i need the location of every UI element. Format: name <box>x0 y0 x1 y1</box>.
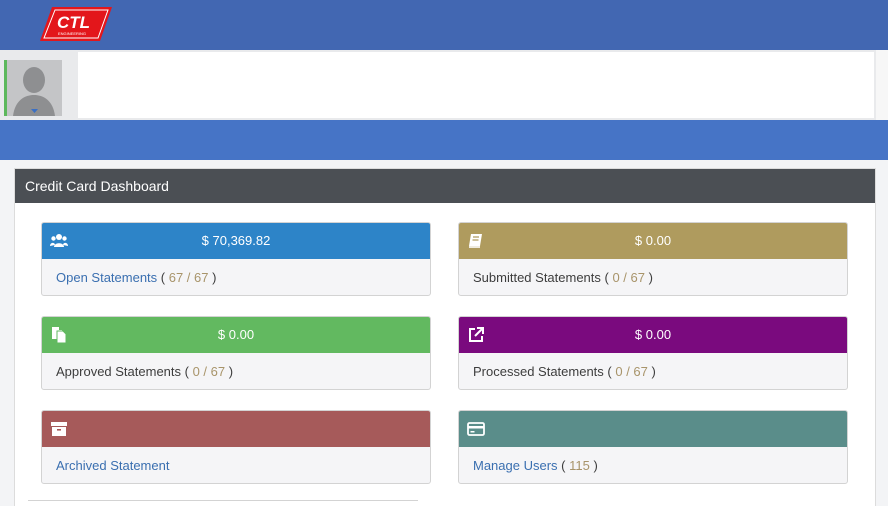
card-amount: $ 0.00 <box>634 327 672 342</box>
avatar[interactable] <box>4 60 62 116</box>
card-footer: Submitted Statements ( 0 / 67 ) <box>473 270 653 285</box>
next-card-edge <box>28 500 418 506</box>
card-header: $ 0.00 <box>42 317 430 353</box>
user-info-panel <box>78 52 874 118</box>
card-count: 115 <box>569 458 590 473</box>
card-archived-statement[interactable]: Archived Statement <box>41 410 431 484</box>
card-processed-statements[interactable]: $ 0.00 Processed Statements ( 0 / 67 ) <box>458 316 848 390</box>
card-footer: Approved Statements ( 0 / 67 ) <box>56 364 234 379</box>
submitted-statements-label: Submitted Statements <box>473 270 601 285</box>
card-open-statements[interactable]: $ 70,369.82 Open Statements ( 67 / 67 ) <box>41 222 431 296</box>
card-footer: Open Statements ( 67 / 67 ) <box>56 270 217 285</box>
card-header: $ 0.00 <box>459 223 847 259</box>
svg-text:ENGINEERING: ENGINEERING <box>58 31 86 36</box>
card-amount: $ 0.00 <box>634 233 672 248</box>
card-header: $ 0.00 <box>459 317 847 353</box>
credit-card-icon <box>467 420 485 438</box>
card-submitted-statements[interactable]: $ 0.00 Submitted Statements ( 0 / 67 ) <box>458 222 848 296</box>
card-header <box>42 411 430 447</box>
card-count: 0 / 67 <box>192 364 226 379</box>
card-footer: Processed Statements ( 0 / 67 ) <box>473 364 656 379</box>
scrollbar[interactable] <box>876 50 888 120</box>
card-footer: Archived Statement <box>42 447 430 483</box>
top-bar: CTL ENGINEERING <box>0 0 888 50</box>
ctl-logo[interactable]: CTL ENGINEERING <box>40 7 112 41</box>
card-count: 67 / 67 <box>168 270 209 285</box>
panel-title: Credit Card Dashboard <box>15 169 875 203</box>
card-amount: $ 0.00 <box>217 327 255 342</box>
approved-statements-label: Approved Statements <box>56 364 182 379</box>
card-count: 0 / 67 <box>615 364 648 379</box>
card-count: 0 / 67 <box>612 270 645 285</box>
nav-bar <box>0 120 888 160</box>
card-header <box>459 411 847 447</box>
archived-statement-link[interactable]: Archived Statement <box>56 458 169 473</box>
svg-text:CTL: CTL <box>57 13 90 32</box>
card-approved-statements[interactable]: $ 0.00 Approved Statements ( 0 / 67 ) <box>41 316 431 390</box>
card-amount: $ 70,369.82 <box>201 233 271 248</box>
manage-users-link[interactable]: Manage Users <box>473 458 558 473</box>
open-statements-link[interactable]: Open Statements <box>56 270 157 285</box>
processed-statements-label: Processed Statements <box>473 364 604 379</box>
card-footer: Manage Users ( 115 ) <box>473 458 598 473</box>
card-manage-users[interactable]: Manage Users ( 115 ) <box>458 410 848 484</box>
card-header: $ 70,369.82 <box>42 223 430 259</box>
archive-icon <box>50 420 68 438</box>
